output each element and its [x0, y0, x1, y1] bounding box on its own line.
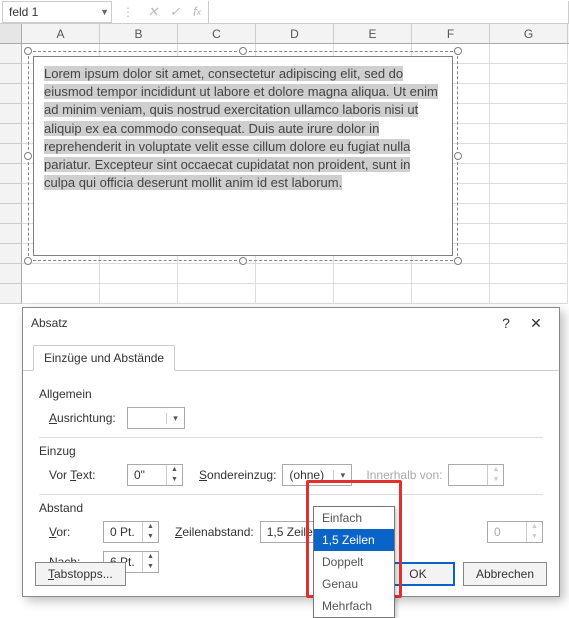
- before-text-spinner[interactable]: 0" ▲▼: [127, 464, 183, 486]
- dropdown-option[interactable]: Mehrfach: [314, 595, 394, 617]
- resize-handle[interactable]: [454, 47, 462, 55]
- group-indent: Einzug: [39, 444, 543, 458]
- column-header[interactable]: E: [334, 24, 412, 43]
- dropdown-option[interactable]: Einfach: [314, 507, 394, 529]
- line-spacing-dropdown-list[interactable]: Einfach 1,5 Zeilen Doppelt Genau Mehrfac…: [313, 506, 395, 618]
- column-header[interactable]: F: [412, 24, 490, 43]
- formula-input[interactable]: [208, 1, 569, 23]
- resize-handle[interactable]: [24, 47, 32, 55]
- column-header[interactable]: G: [490, 24, 568, 43]
- spin-down-icon[interactable]: ▼: [143, 532, 158, 542]
- spin-up-icon[interactable]: ▲: [167, 465, 182, 475]
- measure-value: 0: [488, 522, 526, 542]
- separator: ⋮: [114, 5, 142, 19]
- name-box[interactable]: feld 1 ▼: [2, 1, 112, 23]
- confirm-edit-icon[interactable]: ✓: [164, 4, 186, 20]
- within-value: [449, 465, 487, 485]
- column-header[interactable]: A: [22, 24, 100, 43]
- before-text-value: 0": [128, 465, 166, 485]
- group-general: Allgemein: [39, 387, 543, 401]
- spin-up-icon[interactable]: ▲: [143, 522, 158, 532]
- cancel-button[interactable]: Abbrechen: [463, 562, 547, 586]
- spin-up-icon: ▲: [527, 522, 542, 532]
- resize-handle[interactable]: [24, 152, 32, 160]
- spin-down-icon[interactable]: ▼: [167, 475, 182, 485]
- chevron-down-icon[interactable]: ▾: [333, 470, 351, 481]
- measure-spinner: 0 ▲▼: [487, 521, 543, 543]
- alignment-select[interactable]: ▾: [127, 407, 185, 429]
- tabstops-button[interactable]: Tabstopps...: [35, 562, 126, 586]
- column-headers: A B C D E F G: [0, 24, 569, 44]
- cancel-edit-icon[interactable]: ✕: [142, 4, 164, 20]
- group-spacing: Abstand: [39, 501, 543, 515]
- resize-handle[interactable]: [24, 257, 32, 265]
- dropdown-option[interactable]: Doppelt: [314, 551, 394, 573]
- dialog-titlebar[interactable]: Absatz ? ✕: [23, 308, 559, 338]
- before-spinner[interactable]: 0 Pt. ▲▼: [103, 521, 159, 543]
- line-spacing-label: Zeilenabstand:: [175, 525, 254, 539]
- special-indent-value: (ohne): [283, 468, 333, 482]
- selection-frame: [28, 51, 458, 261]
- dropdown-option-selected[interactable]: 1,5 Zeilen: [314, 529, 394, 551]
- paragraph-dialog: Absatz ? ✕ Einzüge und Abstände Allgemei…: [22, 307, 560, 597]
- column-header[interactable]: B: [100, 24, 178, 43]
- resize-handle[interactable]: [454, 257, 462, 265]
- resize-handle[interactable]: [239, 47, 247, 55]
- dropdown-option[interactable]: Genau: [314, 573, 394, 595]
- help-icon[interactable]: ?: [491, 315, 521, 331]
- dialog-body: Allgemein Ausrichtung: ▾ Einzug Vor Text…: [23, 371, 559, 587]
- formula-bar: feld 1 ▼ ⋮ ✕ ✓ fx: [0, 0, 569, 24]
- spin-up-icon: ▲: [488, 465, 503, 475]
- fx-icon[interactable]: fx: [186, 4, 208, 19]
- spreadsheet-grid: A B C D E F G Lorem ipsum dolor sit amet…: [0, 24, 569, 304]
- before-label: Vor:: [49, 525, 97, 539]
- within-spinner: ▲▼: [448, 464, 504, 486]
- spin-down-icon: ▼: [488, 475, 503, 485]
- text-content[interactable]: Lorem ipsum dolor sit amet, consectetur …: [44, 66, 438, 190]
- close-icon[interactable]: ✕: [521, 315, 551, 332]
- before-value: 0 Pt.: [104, 522, 142, 542]
- resize-handle[interactable]: [454, 152, 462, 160]
- resize-handle[interactable]: [239, 257, 247, 265]
- special-indent-label: Sondereinzug:: [199, 468, 276, 482]
- before-text-label: Vor Text:: [49, 468, 121, 482]
- column-header[interactable]: D: [256, 24, 334, 43]
- dialog-footer: Tabstopps... OK Abbrechen: [35, 562, 547, 586]
- spin-down-icon: ▼: [527, 532, 542, 542]
- column-header[interactable]: C: [178, 24, 256, 43]
- select-all-corner[interactable]: [0, 24, 22, 43]
- text-box-object[interactable]: Lorem ipsum dolor sit amet, consectetur …: [33, 56, 453, 256]
- tab-strip: Einzüge und Abstände: [23, 338, 559, 371]
- chevron-down-icon[interactable]: ▼: [100, 7, 109, 17]
- within-label: Innerhalb von:: [366, 468, 442, 482]
- alignment-label: Ausrichtung:: [49, 411, 121, 425]
- chevron-down-icon[interactable]: ▾: [166, 413, 184, 424]
- spin-up-icon[interactable]: ▲: [143, 552, 158, 562]
- special-indent-select[interactable]: (ohne) ▾: [282, 464, 352, 486]
- dialog-title: Absatz: [31, 316, 491, 330]
- tab-indents-spacing[interactable]: Einzüge und Abstände: [33, 345, 175, 371]
- name-box-value: feld 1: [9, 5, 38, 19]
